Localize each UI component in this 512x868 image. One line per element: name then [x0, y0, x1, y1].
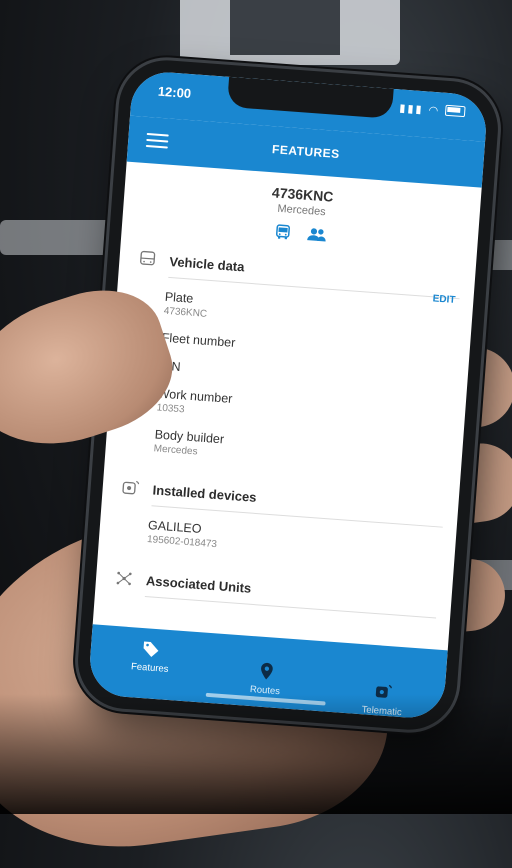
system-icons: ▮▮▮ ◠ [399, 101, 466, 119]
section-title: Associated Units [145, 572, 252, 596]
location-pin-icon [260, 662, 273, 680]
section-title: Vehicle data [168, 253, 246, 274]
wifi-icon: ◠ [428, 104, 441, 118]
tab-label: Features [130, 661, 169, 675]
section-title: Installed devices [152, 481, 258, 505]
telematic-device-icon [122, 480, 140, 495]
bus-outline-icon [140, 250, 156, 266]
phone-notch [226, 76, 394, 119]
edit-button[interactable]: EDIT [432, 293, 456, 306]
tab-features[interactable]: Features [131, 637, 171, 675]
page-title: FEATURES [271, 142, 341, 162]
tab-routes[interactable]: Routes [250, 660, 283, 697]
tag-icon [143, 641, 159, 658]
tab-telematic[interactable]: Telematic [361, 680, 404, 718]
tab-label: Telematic [361, 704, 403, 719]
tab-label: Routes [249, 684, 281, 698]
menu-icon[interactable] [145, 129, 169, 151]
battery-icon [444, 104, 466, 118]
network-nodes-icon [116, 571, 132, 586]
installed-devices-section: Installed devices GALILEO 195602-018473 [98, 468, 459, 575]
background-window-frame [230, 0, 340, 55]
bus-icon[interactable] [272, 222, 293, 241]
signal-icon: ▮▮▮ [398, 102, 424, 117]
people-icon[interactable] [306, 225, 327, 244]
status-time: 12:00 [157, 83, 192, 102]
telematic-device-icon [375, 684, 392, 698]
